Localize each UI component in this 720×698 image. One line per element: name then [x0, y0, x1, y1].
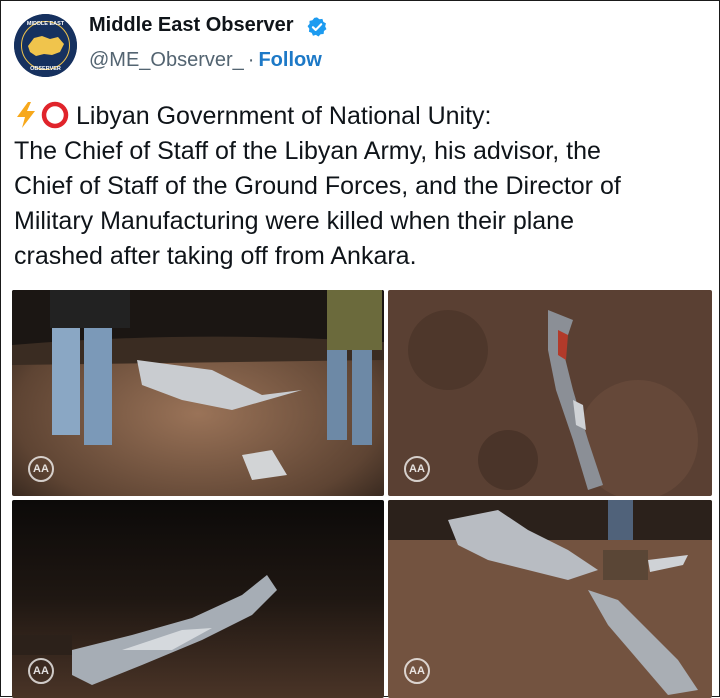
tweet-line-4: Military Manufacturing were killed when …: [14, 207, 574, 235]
account-handle[interactable]: @ME_Observer_: [89, 49, 244, 71]
tweet-line-3: Chief of Staff of the Ground Forces, and…: [14, 172, 621, 200]
aa-watermark: AA: [404, 456, 430, 482]
tweet-line-5: crashed after taking off from Ankara.: [14, 242, 417, 270]
aa-watermark: AA: [28, 658, 54, 684]
verified-badge-icon: [307, 17, 327, 37]
svg-text:MIDDLE EAST: MIDDLE EAST: [27, 21, 65, 27]
debris-with-people-image: [12, 290, 384, 496]
tweet-line-1: Libyan Government of National Unity:: [14, 99, 719, 134]
account-name[interactable]: Middle East Observer: [89, 14, 294, 37]
red-circle-emoji-icon: [41, 102, 69, 129]
crumpled-metal-image: [12, 500, 384, 698]
photo-4[interactable]: AA: [388, 500, 712, 698]
photo-2[interactable]: AA: [388, 290, 712, 496]
tweet-line-2: The Chief of Staff of the Libyan Army, h…: [14, 137, 601, 165]
debris-strip-image: [388, 290, 712, 496]
photo-grid: AA AA AA AA: [12, 290, 712, 698]
aa-watermark: AA: [28, 456, 54, 482]
tweet-line-text: Libyan Government of National Unity:: [76, 102, 492, 130]
avatar[interactable]: MIDDLE EAST OBSERVER: [14, 14, 77, 77]
tweet-text: Libyan Government of National Unity: The…: [14, 99, 719, 274]
scattered-wreckage-image: [388, 500, 712, 698]
separator-dot: ·: [247, 49, 255, 71]
photo-1[interactable]: AA: [12, 290, 384, 496]
follow-button[interactable]: Follow: [258, 49, 321, 71]
lightning-emoji-icon: [17, 102, 35, 129]
middle-east-observer-logo-icon: MIDDLE EAST OBSERVER: [14, 14, 77, 77]
tweet-card: MIDDLE EAST OBSERVER Middle East Observe…: [0, 0, 720, 698]
aa-watermark: AA: [404, 658, 430, 684]
photo-3[interactable]: AA: [12, 500, 384, 698]
svg-text:OBSERVER: OBSERVER: [30, 66, 61, 72]
handle-row: @ME_Observer_ · Follow: [89, 49, 322, 72]
